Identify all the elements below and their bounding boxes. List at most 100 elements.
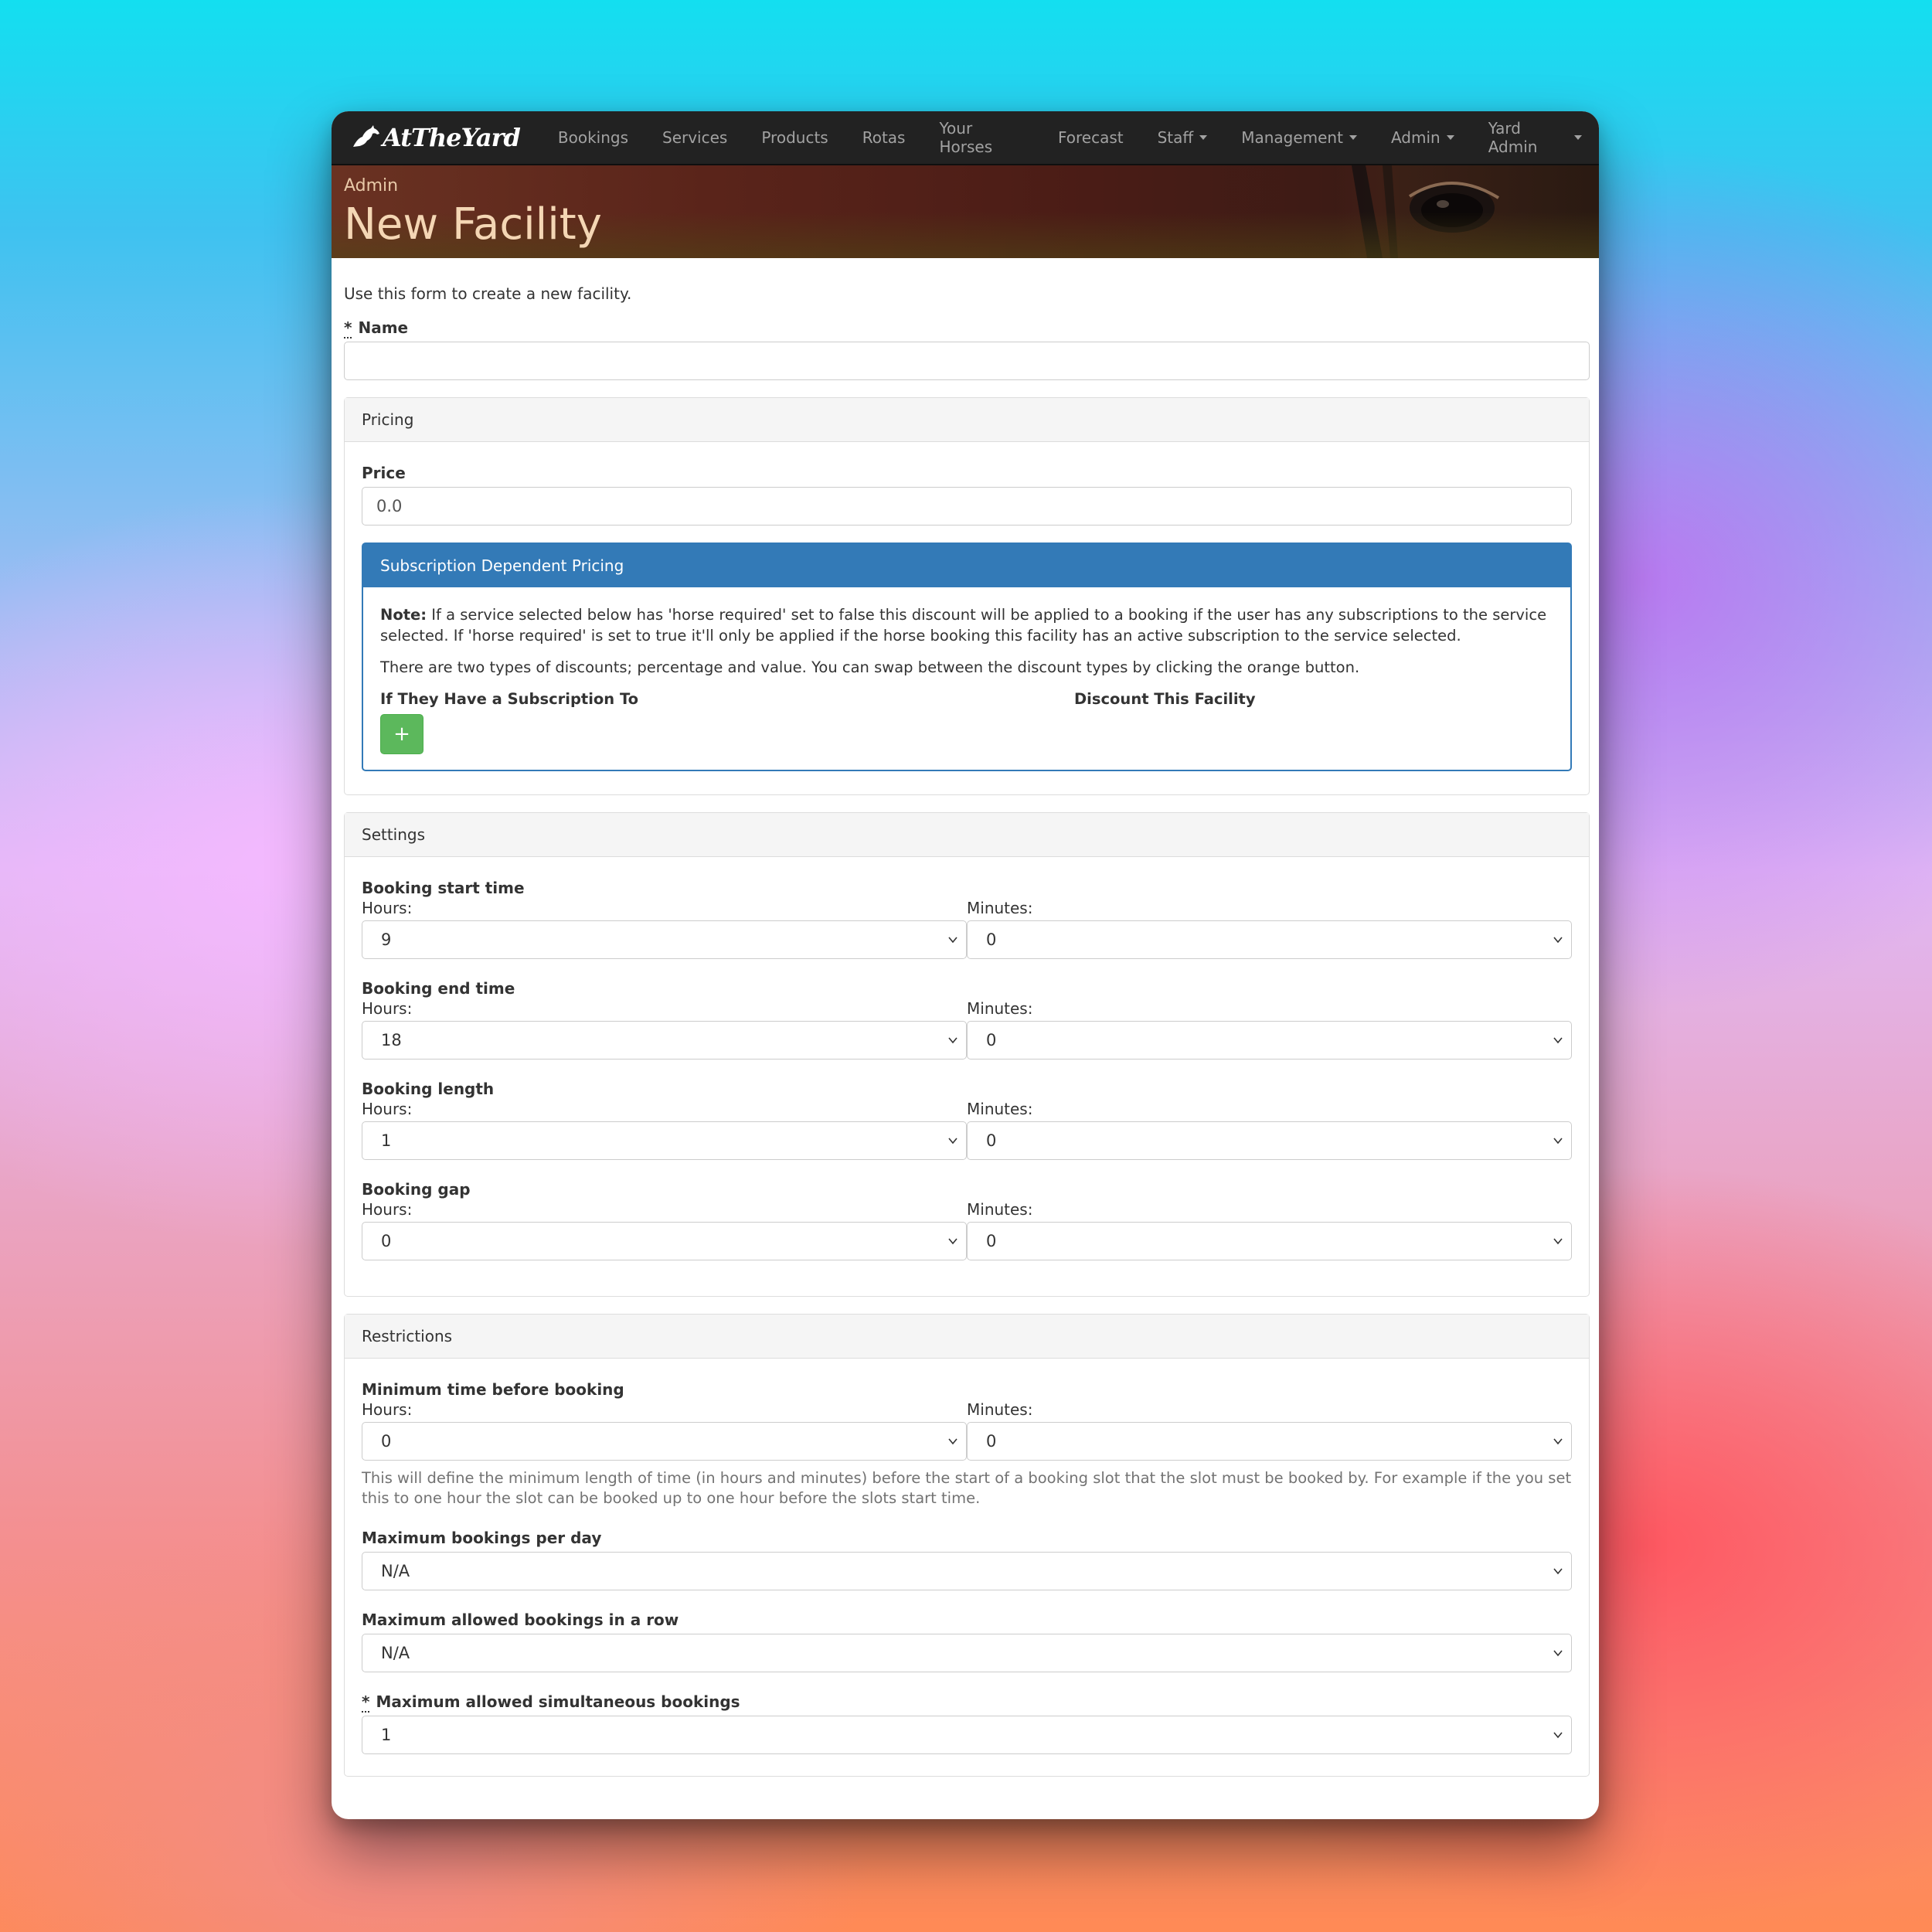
horse-eye-photo (1336, 165, 1599, 258)
page-header: Admin New Facility (332, 165, 1599, 258)
booking-start-time-minutes-select[interactable]: 0 (967, 920, 1572, 959)
max-per-day-select[interactable]: N/A (362, 1552, 1572, 1590)
nav-item-forecast[interactable]: Forecast (1041, 111, 1141, 164)
chevron-down-icon (1553, 1438, 1563, 1445)
note-paragraph: Note: If a service selected below has 'h… (380, 604, 1553, 646)
nav-item-label: Admin (1390, 128, 1440, 147)
note-bold: Note: (380, 606, 427, 624)
booking-length-label: Booking length (362, 1080, 495, 1098)
minutes-label: Minutes: (967, 899, 1033, 917)
nav-item-label: Your Horses (939, 119, 993, 156)
booking-start-time-label: Booking start time (362, 879, 525, 897)
name-input[interactable] (344, 342, 1590, 380)
max-simultaneous-label-text: Maximum allowed simultaneous bookings (376, 1692, 740, 1711)
min-time-hours-select[interactable]: 0 (362, 1422, 967, 1461)
booking-start-time-hours-select[interactable]: 9 (362, 920, 967, 959)
required-marker: * (362, 1692, 370, 1713)
booking-end-time-hours-select[interactable]: 18 (362, 1021, 967, 1060)
select-value: 0 (381, 1432, 392, 1451)
price-label: Price (362, 464, 406, 482)
minutes-label: Minutes: (967, 1400, 1033, 1419)
required-marker: * (344, 318, 352, 338)
settings-panel: Settings Booking start time Hours: 9 Minute… (344, 812, 1590, 1297)
brand-logo[interactable]: AtTheYard (332, 123, 541, 152)
add-subscription-button[interactable]: + (380, 714, 423, 754)
intro-text: Use this form to create a new facility. (344, 284, 632, 303)
restrictions-heading: Restrictions (345, 1315, 1589, 1359)
max-simultaneous-select[interactable]: 1 (362, 1716, 1572, 1754)
minutes-label: Minutes: (967, 1200, 1033, 1219)
booking-end-time-minutes-select[interactable]: 0 (967, 1021, 1572, 1060)
select-value: 1 (381, 1131, 392, 1150)
pricing-heading: Pricing (345, 398, 1589, 442)
nav-item-products[interactable]: Products (744, 111, 845, 164)
chevron-down-icon (1553, 1568, 1563, 1575)
max-simultaneous-group: * Maximum allowed simultaneous bookings 1 (362, 1692, 1572, 1754)
booking-gap-minutes-select[interactable]: 0 (967, 1222, 1572, 1260)
page-title: New Facility (344, 199, 602, 250)
select-value: 1 (381, 1726, 392, 1744)
minutes-label: Minutes: (967, 999, 1033, 1018)
select-value: 0 (986, 1232, 997, 1250)
restrictions-panel: Restrictions Minimum time before booking… (344, 1314, 1590, 1777)
chevron-down-icon (948, 1037, 957, 1044)
caret-down-icon (1349, 135, 1357, 140)
booking-gap-hours-select[interactable]: 0 (362, 1222, 967, 1260)
booking-length-group: Booking length Hours: 1 Minutes: 0 (362, 1080, 1572, 1160)
chevron-down-icon (1553, 1138, 1563, 1145)
nav-item-yard-admin[interactable]: Yard Admin (1471, 111, 1599, 164)
nav-item-rotas[interactable]: Rotas (845, 111, 923, 164)
select-value: 0 (986, 1432, 997, 1451)
chevron-down-icon (1553, 937, 1563, 944)
brand-name: AtTheYard (383, 123, 521, 152)
min-time-help: This will define the minimum length of t… (362, 1469, 1572, 1507)
max-per-day-group: Maximum bookings per day N/A (362, 1529, 1572, 1590)
chevron-down-icon (1553, 1238, 1563, 1245)
horse-logo-icon (353, 125, 379, 147)
nav-item-services[interactable]: Services (645, 111, 744, 164)
chevron-down-icon (1553, 1732, 1563, 1739)
min-time-minutes-select[interactable]: 0 (967, 1422, 1572, 1461)
chevron-down-icon (1553, 1650, 1563, 1657)
max-in-row-label: Maximum allowed bookings in a row (362, 1611, 679, 1629)
select-value: 0 (986, 1131, 997, 1150)
note-text: If a service selected below has 'horse r… (380, 606, 1547, 645)
nav-item-label: Forecast (1057, 128, 1124, 147)
booking-gap-group: Booking gap Hours: 0 Minutes: 0 (362, 1180, 1572, 1260)
nav-item-label: Rotas (862, 128, 906, 147)
max-in-row-select[interactable]: N/A (362, 1634, 1572, 1672)
nav-item-admin[interactable]: Admin (1374, 111, 1471, 164)
select-value: N/A (381, 1562, 410, 1580)
nav-menu: Bookings Services Products Rotas Your Horses… (541, 111, 1599, 164)
price-input[interactable]: 0.0 (362, 487, 1572, 526)
form-content: Use this form to create a new facility. … (332, 284, 1599, 1777)
subscription-column-headers: If They Have a Subscription To Discount … (380, 689, 1553, 709)
chevron-down-icon (948, 1238, 957, 1245)
booking-length-hours-select[interactable]: 1 (362, 1121, 967, 1160)
nav-item-label: Management (1241, 128, 1343, 147)
hours-label: Hours: (362, 899, 413, 917)
chevron-down-icon (1553, 1037, 1563, 1044)
hours-label: Hours: (362, 1400, 413, 1419)
nav-item-label: Services (662, 128, 728, 147)
select-value: 0 (986, 1031, 997, 1049)
min-time-group: Minimum time before booking Hours: 0 Min… (362, 1380, 1572, 1509)
navbar: AtTheYard Bookings Services Products Rotas Y… (332, 111, 1599, 165)
nav-item-bookings[interactable]: Bookings (541, 111, 645, 164)
min-time-label: Minimum time before booking (362, 1380, 624, 1399)
hours-label: Hours: (362, 999, 413, 1018)
nav-item-staff[interactable]: Staff (1141, 111, 1225, 164)
nav-item-management[interactable]: Management (1224, 111, 1374, 164)
pricing-panel: Pricing Price 0.0 Subscription Dependent… (344, 397, 1590, 795)
nav-item-label: Yard Admin (1488, 119, 1538, 156)
breadcrumb[interactable]: Admin (344, 176, 398, 196)
caret-down-icon (1574, 135, 1582, 140)
booking-length-minutes-select[interactable]: 0 (967, 1121, 1572, 1160)
select-value: 0 (381, 1232, 392, 1250)
subscription-column-header: If They Have a Subscription To (380, 690, 639, 708)
discount-column-header: Discount This Facility (1074, 690, 1256, 708)
nav-item-your-horses[interactable]: Your Horses (922, 111, 1041, 164)
booking-start-time-group: Booking start time Hours: 9 Minutes: 0 (362, 879, 1572, 959)
name-label: * Name (344, 318, 1590, 338)
select-value: 0 (986, 930, 997, 949)
